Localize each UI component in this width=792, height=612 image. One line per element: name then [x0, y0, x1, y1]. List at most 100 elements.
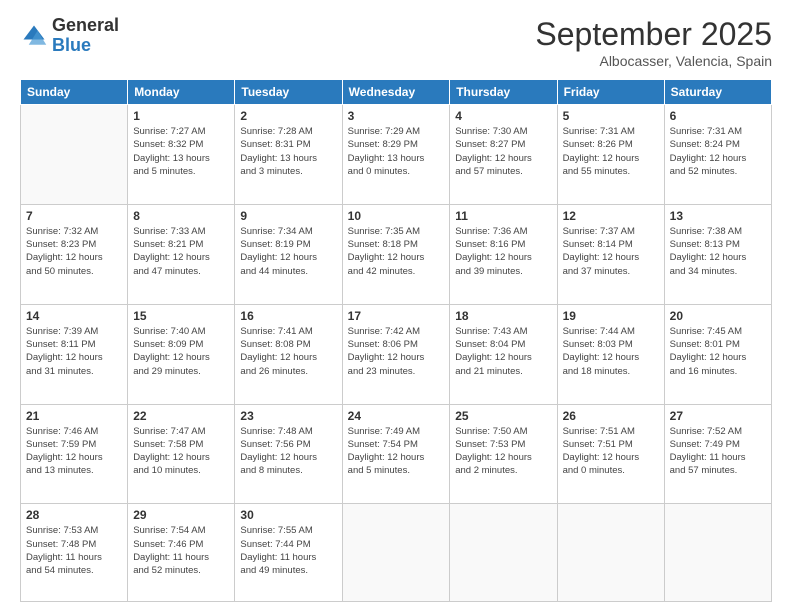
week-row: 1 Sunrise: 7:27 AM Sunset: 8:32 PM Daylig…	[21, 105, 772, 205]
day-number: 14	[26, 309, 122, 323]
day-info: Sunrise: 7:38 AM Sunset: 8:13 PM Dayligh…	[670, 225, 766, 278]
calendar-cell: 7Sunrise: 7:32 AM Sunset: 8:23 PM Daylig…	[21, 204, 128, 304]
calendar-cell: 8 Sunrise: 7:33 AM Sunset: 8:21 PM Daylig…	[128, 204, 235, 304]
day-of-week-header: Monday	[128, 80, 235, 105]
day-number: 21	[26, 409, 122, 423]
day-info: Sunrise: 7:35 AM Sunset: 8:18 PM Dayligh…	[348, 225, 445, 278]
calendar-cell: 15Sunrise: 7:40 AM Sunset: 8:09 PM Dayli…	[128, 304, 235, 404]
day-number: 29	[133, 508, 229, 522]
day-info: Sunrise: 7:55 AM Sunset: 7:44 PM Dayligh…	[240, 524, 336, 577]
day-info: Sunrise: 7:31 AM Sunset: 8:26 PM Dayligh…	[563, 125, 659, 178]
day-info: Sunrise: 7:53 AM Sunset: 7:48 PM Dayligh…	[26, 524, 122, 577]
calendar-cell: 28 Sunrise: 7:53 AM Sunset: 7:48 PM Dayli…	[21, 504, 128, 602]
calendar-header-row: SundayMondayTuesdayWednesdayThursdayFrid…	[21, 80, 772, 105]
day-number: 5	[563, 109, 659, 123]
calendar-cell: 17 Sunrise: 7:42 AM Sunset: 8:06 PM Dayli…	[342, 304, 450, 404]
day-info: Sunrise: 7:41 AM Sunset: 8:08 PM Dayligh…	[240, 325, 336, 378]
day-number: 11	[455, 209, 551, 223]
day-number: 13	[670, 209, 766, 223]
logo-blue-text: Blue	[52, 36, 119, 56]
logo: General Blue	[20, 16, 119, 56]
day-info: Sunrise: 7:50 AM Sunset: 7:53 PM Dayligh…	[455, 425, 551, 478]
day-info: Sunrise: 7:54 AM Sunset: 7:46 PM Dayligh…	[133, 524, 229, 577]
day-number: 28	[26, 508, 122, 522]
day-number: 18	[455, 309, 551, 323]
calendar-cell: 12 Sunrise: 7:37 AM Sunset: 8:14 PM Dayli…	[557, 204, 664, 304]
calendar-cell	[450, 504, 557, 602]
day-of-week-header: Friday	[557, 80, 664, 105]
day-info: Sunrise: 7:48 AM Sunset: 7:56 PM Dayligh…	[240, 425, 336, 478]
day-info: Sunrise: 7:51 AM Sunset: 7:51 PM Dayligh…	[563, 425, 659, 478]
day-info: Sunrise: 7:31 AM Sunset: 8:24 PM Dayligh…	[670, 125, 766, 178]
day-info: Sunrise: 7:29 AM Sunset: 8:29 PM Dayligh…	[348, 125, 445, 178]
day-info: Sunrise: 7:39 AM Sunset: 8:11 PM Dayligh…	[26, 325, 122, 378]
week-row: 21 Sunrise: 7:46 AM Sunset: 7:59 PM Dayli…	[21, 404, 772, 504]
day-info: Sunrise: 7:42 AM Sunset: 8:06 PM Dayligh…	[348, 325, 445, 378]
calendar-cell: 4Sunrise: 7:30 AM Sunset: 8:27 PM Daylig…	[450, 105, 557, 205]
day-of-week-header: Tuesday	[235, 80, 342, 105]
title-section: September 2025 Albocasser, Valencia, Spa…	[535, 16, 772, 69]
day-info: Sunrise: 7:43 AM Sunset: 8:04 PM Dayligh…	[455, 325, 551, 378]
calendar-cell: 10 Sunrise: 7:35 AM Sunset: 8:18 PM Dayli…	[342, 204, 450, 304]
week-row: 14 Sunrise: 7:39 AM Sunset: 8:11 PM Dayli…	[21, 304, 772, 404]
day-number: 30	[240, 508, 336, 522]
day-number: 17	[348, 309, 445, 323]
day-info: Sunrise: 7:37 AM Sunset: 8:14 PM Dayligh…	[563, 225, 659, 278]
day-number: 26	[563, 409, 659, 423]
day-info: Sunrise: 7:46 AM Sunset: 7:59 PM Dayligh…	[26, 425, 122, 478]
calendar-cell: 19Sunrise: 7:44 AM Sunset: 8:03 PM Dayli…	[557, 304, 664, 404]
day-info: Sunrise: 7:32 AM Sunset: 8:23 PM Dayligh…	[26, 225, 122, 278]
calendar-cell: 21 Sunrise: 7:46 AM Sunset: 7:59 PM Dayli…	[21, 404, 128, 504]
calendar-cell: 6 Sunrise: 7:31 AM Sunset: 8:24 PM Daylig…	[664, 105, 771, 205]
day-of-week-header: Saturday	[664, 80, 771, 105]
day-of-week-header: Thursday	[450, 80, 557, 105]
day-number: 6	[670, 109, 766, 123]
calendar-cell: 30 Sunrise: 7:55 AM Sunset: 7:44 PM Dayli…	[235, 504, 342, 602]
calendar-cell: 27Sunrise: 7:52 AM Sunset: 7:49 PM Dayli…	[664, 404, 771, 504]
page: General Blue September 2025 Albocasser, …	[0, 0, 792, 612]
calendar-table: SundayMondayTuesdayWednesdayThursdayFrid…	[20, 79, 772, 602]
day-number: 10	[348, 209, 445, 223]
day-number: 9	[240, 209, 336, 223]
day-number: 23	[240, 409, 336, 423]
calendar-cell	[664, 504, 771, 602]
calendar-cell: 11 Sunrise: 7:36 AM Sunset: 8:16 PM Dayli…	[450, 204, 557, 304]
day-of-week-header: Wednesday	[342, 80, 450, 105]
day-info: Sunrise: 7:45 AM Sunset: 8:01 PM Dayligh…	[670, 325, 766, 378]
calendar-cell: 5 Sunrise: 7:31 AM Sunset: 8:26 PM Daylig…	[557, 105, 664, 205]
day-number: 24	[348, 409, 445, 423]
calendar-cell: 26 Sunrise: 7:51 AM Sunset: 7:51 PM Dayli…	[557, 404, 664, 504]
calendar-cell: 18 Sunrise: 7:43 AM Sunset: 8:04 PM Dayli…	[450, 304, 557, 404]
day-info: Sunrise: 7:33 AM Sunset: 8:21 PM Dayligh…	[133, 225, 229, 278]
calendar-cell: 23 Sunrise: 7:48 AM Sunset: 7:56 PM Dayli…	[235, 404, 342, 504]
day-info: Sunrise: 7:27 AM Sunset: 8:32 PM Dayligh…	[133, 125, 229, 178]
calendar-cell	[21, 105, 128, 205]
day-number: 16	[240, 309, 336, 323]
week-row: 7Sunrise: 7:32 AM Sunset: 8:23 PM Daylig…	[21, 204, 772, 304]
calendar-cell: 3Sunrise: 7:29 AM Sunset: 8:29 PM Daylig…	[342, 105, 450, 205]
day-info: Sunrise: 7:47 AM Sunset: 7:58 PM Dayligh…	[133, 425, 229, 478]
calendar-cell: 16 Sunrise: 7:41 AM Sunset: 8:08 PM Dayli…	[235, 304, 342, 404]
day-number: 8	[133, 209, 229, 223]
day-number: 1	[133, 109, 229, 123]
calendar-cell: 1 Sunrise: 7:27 AM Sunset: 8:32 PM Daylig…	[128, 105, 235, 205]
calendar-cell	[342, 504, 450, 602]
day-number: 12	[563, 209, 659, 223]
calendar-cell: 29 Sunrise: 7:54 AM Sunset: 7:46 PM Dayli…	[128, 504, 235, 602]
day-number: 2	[240, 109, 336, 123]
calendar-cell: 14 Sunrise: 7:39 AM Sunset: 8:11 PM Dayli…	[21, 304, 128, 404]
calendar-cell: 2Sunrise: 7:28 AM Sunset: 8:31 PM Daylig…	[235, 105, 342, 205]
day-info: Sunrise: 7:49 AM Sunset: 7:54 PM Dayligh…	[348, 425, 445, 478]
day-of-week-header: Sunday	[21, 80, 128, 105]
day-number: 20	[670, 309, 766, 323]
logo-icon	[20, 22, 48, 50]
calendar-cell: 13 Sunrise: 7:38 AM Sunset: 8:13 PM Dayli…	[664, 204, 771, 304]
month-title: September 2025	[535, 16, 772, 53]
logo-general-text: General	[52, 16, 119, 36]
day-number: 15	[133, 309, 229, 323]
day-info: Sunrise: 7:44 AM Sunset: 8:03 PM Dayligh…	[563, 325, 659, 378]
day-number: 4	[455, 109, 551, 123]
day-number: 27	[670, 409, 766, 423]
day-info: Sunrise: 7:36 AM Sunset: 8:16 PM Dayligh…	[455, 225, 551, 278]
calendar-cell: 22Sunrise: 7:47 AM Sunset: 7:58 PM Dayli…	[128, 404, 235, 504]
